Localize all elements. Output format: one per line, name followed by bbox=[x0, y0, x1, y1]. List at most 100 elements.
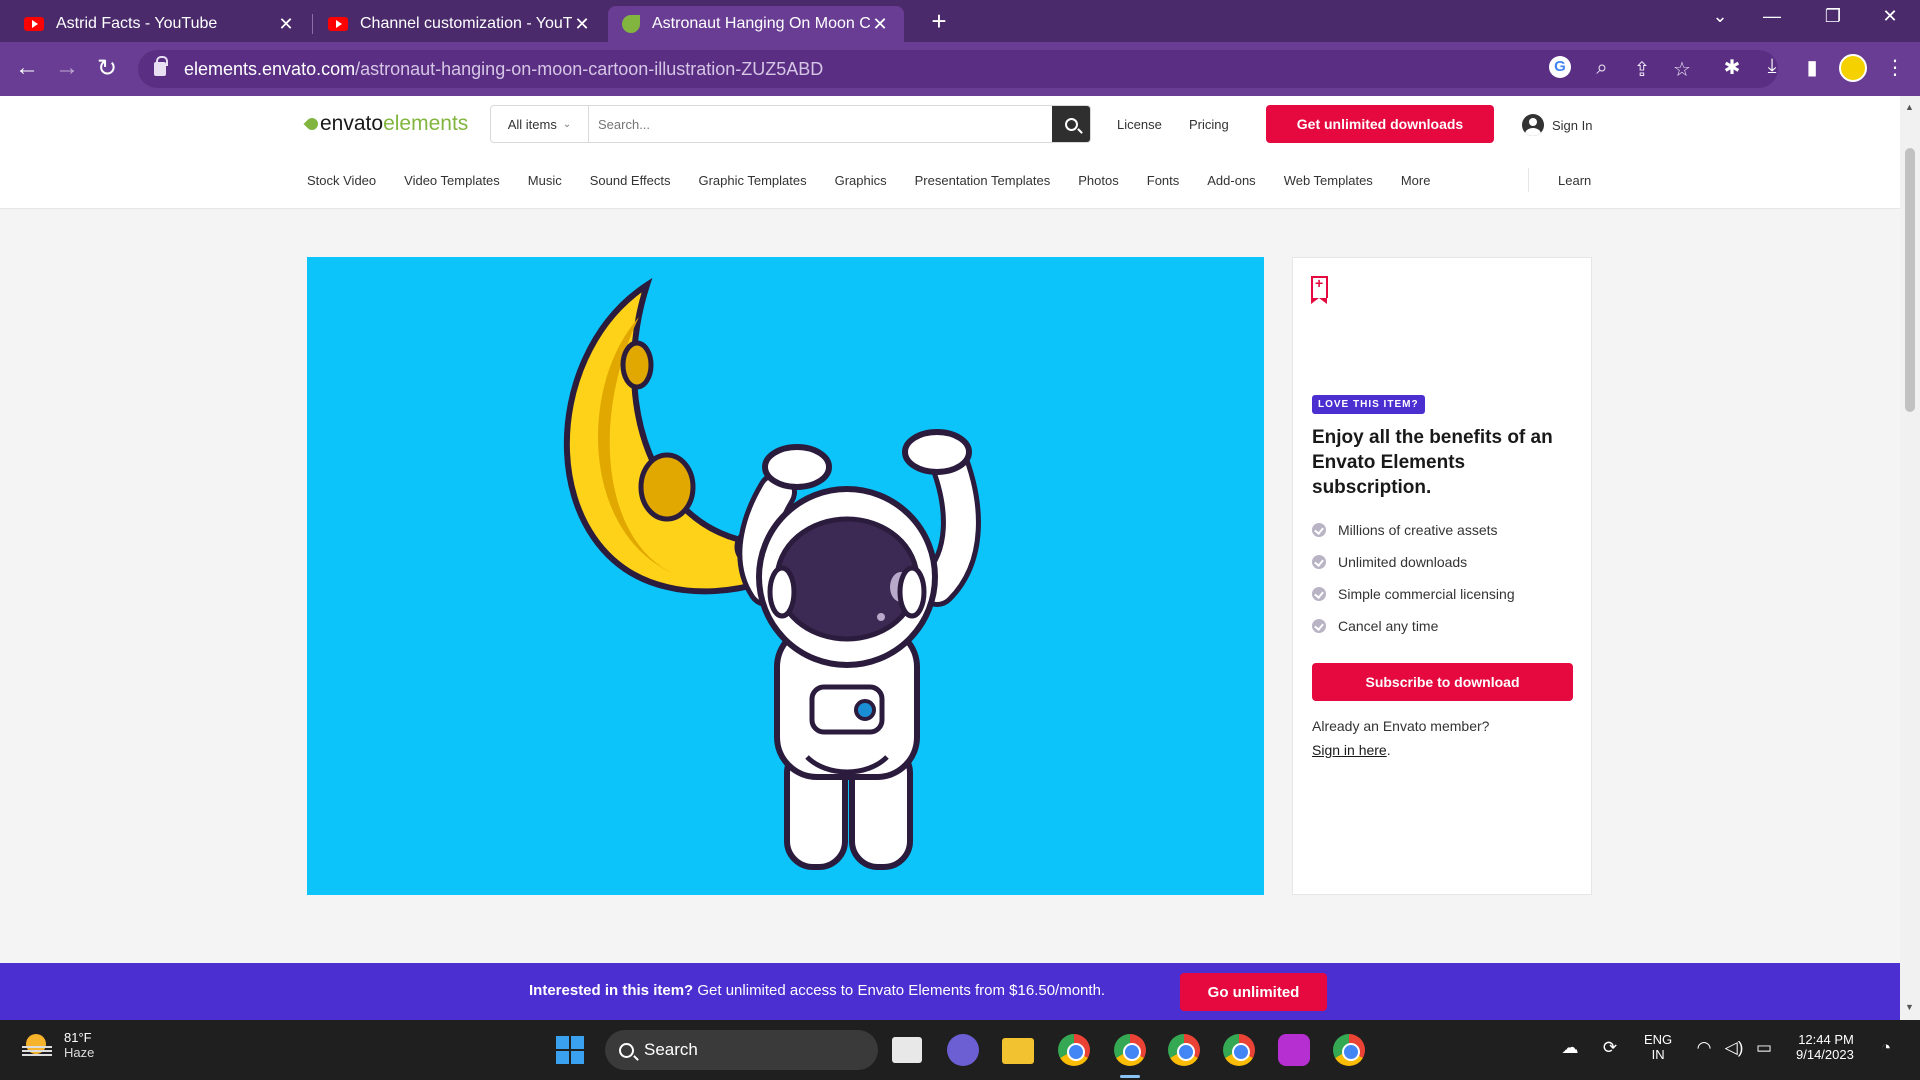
search-icon bbox=[1064, 117, 1078, 131]
chrome-profile-icon[interactable] bbox=[1168, 1034, 1200, 1066]
windows-start-icon[interactable] bbox=[556, 1036, 584, 1064]
nav-video-templates[interactable]: Video Templates bbox=[404, 173, 500, 188]
license-link[interactable]: License bbox=[1117, 117, 1162, 132]
scroll-up-icon[interactable]: ▲ bbox=[1905, 102, 1914, 112]
profile-avatar[interactable] bbox=[1839, 54, 1867, 82]
member-suffix: . bbox=[1386, 742, 1391, 758]
subscribe-to-download-button[interactable]: Subscribe to download bbox=[1312, 663, 1573, 701]
get-unlimited-downloads-button[interactable]: Get unlimited downloads bbox=[1266, 105, 1494, 143]
close-tab-icon[interactable]: ✕ bbox=[870, 14, 890, 35]
tab-astrid-facts[interactable]: Astrid Facts - YouTube ✕ bbox=[10, 6, 310, 42]
scroll-thumb[interactable] bbox=[1905, 148, 1915, 412]
share-icon[interactable]: ⇪ bbox=[1629, 57, 1655, 82]
logo-text-elements: elements bbox=[383, 112, 469, 135]
nav-web-templates[interactable]: Web Templates bbox=[1284, 173, 1373, 188]
pricing-link[interactable]: Pricing bbox=[1189, 117, 1229, 132]
chrome-profile-icon[interactable] bbox=[1333, 1034, 1365, 1066]
tab-astronaut-active[interactable]: Astronaut Hanging On Moon Cartoon Illust… bbox=[608, 6, 904, 42]
tab-title: Astrid Facts - YouTube bbox=[56, 15, 218, 32]
love-this-item-badge: LOVE THIS ITEM? bbox=[1312, 395, 1425, 414]
reload-icon[interactable]: ↻ bbox=[92, 54, 122, 83]
subscription-sidebar: LOVE THIS ITEM? Enjoy all the benefits o… bbox=[1292, 257, 1592, 895]
nav-presentation-templates[interactable]: Presentation Templates bbox=[915, 173, 1051, 188]
youtube-icon bbox=[328, 17, 348, 31]
new-tab-button[interactable]: + bbox=[924, 6, 954, 37]
benefit-item: Cancel any time bbox=[1312, 610, 1515, 642]
nav-fonts[interactable]: Fonts bbox=[1147, 173, 1180, 188]
add-to-collection-icon[interactable] bbox=[1311, 275, 1328, 304]
nav-photos[interactable]: Photos bbox=[1078, 173, 1118, 188]
sync-icon[interactable]: ⟳ bbox=[1598, 1038, 1622, 1058]
back-arrow-icon[interactable]: ← bbox=[12, 54, 42, 82]
nav-stock-video[interactable]: Stock Video bbox=[307, 173, 376, 188]
page-scrollbar[interactable]: ▲ ▼ bbox=[1900, 96, 1920, 1020]
google-icon[interactable]: G bbox=[1549, 56, 1575, 78]
search-input[interactable] bbox=[589, 106, 1052, 142]
lock-icon[interactable] bbox=[154, 56, 168, 76]
nav-sound-effects[interactable]: Sound Effects bbox=[590, 173, 671, 188]
nav-music[interactable]: Music bbox=[528, 173, 562, 188]
nav-more[interactable]: More bbox=[1401, 173, 1431, 188]
nav-learn[interactable]: Learn bbox=[1558, 173, 1591, 188]
close-tab-icon[interactable]: ✕ bbox=[276, 14, 296, 35]
banner-text: Interested in this item? Get unlimited a… bbox=[529, 982, 1105, 999]
chevron-down-icon: ⌄ bbox=[562, 118, 572, 130]
user-icon bbox=[1522, 114, 1544, 136]
clock-date: 9/14/2023 bbox=[1796, 1047, 1854, 1062]
clock-time: 12:44 PM bbox=[1798, 1032, 1854, 1047]
category-nav: Stock Video Video Templates Music Sound … bbox=[307, 173, 1458, 188]
taskbar-search-label: Search bbox=[644, 1040, 698, 1059]
close-tab-icon[interactable]: ✕ bbox=[572, 14, 592, 35]
chrome-active-icon[interactable] bbox=[1114, 1034, 1146, 1066]
tab-channel-customization[interactable]: Channel customization - YouTube ✕ bbox=[314, 6, 606, 42]
check-icon bbox=[1312, 555, 1326, 569]
search-icon bbox=[619, 1042, 634, 1058]
battery-icon[interactable]: ▭ bbox=[1752, 1038, 1776, 1058]
wifi-icon[interactable]: ◠ bbox=[1692, 1038, 1716, 1058]
taskbar-search[interactable]: Search bbox=[605, 1030, 878, 1070]
search-category-dropdown[interactable]: All items ⌄ bbox=[491, 106, 589, 142]
close-window-icon[interactable]: ✕ bbox=[1870, 6, 1910, 27]
envato-logo[interactable]: envato elements bbox=[303, 112, 469, 136]
address-bar[interactable]: elements.envato.com /astronaut-hanging-o… bbox=[138, 50, 1778, 88]
menu-icon[interactable]: ⋮ bbox=[1880, 55, 1910, 80]
language-indicator[interactable]: ENG IN bbox=[1644, 1032, 1672, 1062]
onedrive-icon[interactable]: ☁ bbox=[1558, 1038, 1582, 1058]
chrome-profile-icon[interactable] bbox=[1058, 1034, 1090, 1066]
nav-graphic-templates[interactable]: Graphic Templates bbox=[698, 173, 806, 188]
sign-in-here-link[interactable]: Sign in here bbox=[1312, 742, 1387, 758]
extensions-icon[interactable]: ✱ bbox=[1717, 55, 1747, 80]
search-button[interactable] bbox=[1052, 106, 1090, 142]
clock[interactable]: 12:44 PM 9/14/2023 bbox=[1796, 1032, 1854, 1062]
windows-taskbar: 81°F Haze Search ☁ ⟳ ENG IN ◠ ◁) ▭ 12:44… bbox=[0, 1020, 1920, 1080]
go-unlimited-button[interactable]: Go unlimited bbox=[1180, 973, 1327, 1011]
sign-in-link[interactable]: Sign In bbox=[1522, 114, 1592, 136]
benefit-item: Unlimited downloads bbox=[1312, 546, 1515, 578]
bookmark-star-icon[interactable]: ☆ bbox=[1669, 57, 1695, 82]
chrome-profile-icon[interactable] bbox=[1223, 1034, 1255, 1066]
restore-icon[interactable]: ❐ bbox=[1813, 6, 1853, 27]
volume-icon[interactable]: ◁) bbox=[1722, 1038, 1746, 1058]
side-panel-icon[interactable]: ▮ bbox=[1797, 55, 1827, 80]
minimize-icon[interactable]: — bbox=[1752, 6, 1792, 27]
benefit-item: Simple commercial licensing bbox=[1312, 578, 1515, 610]
scroll-down-icon[interactable]: ▼ bbox=[1905, 1002, 1914, 1012]
nav-divider bbox=[1528, 168, 1529, 192]
weather-widget[interactable]: 81°F Haze bbox=[22, 1030, 94, 1060]
check-icon bbox=[1312, 523, 1326, 537]
leaf-icon bbox=[303, 115, 321, 133]
zoom-icon[interactable]: ⌕ bbox=[1589, 57, 1615, 80]
download-icon[interactable]: ⤓ bbox=[1757, 55, 1787, 78]
banner-body-text: Get unlimited access to Envato Elements … bbox=[693, 982, 1106, 999]
nav-add-ons[interactable]: Add-ons bbox=[1207, 173, 1255, 188]
wps-office-icon[interactable] bbox=[1278, 1034, 1310, 1066]
item-preview-image[interactable] bbox=[307, 257, 1264, 895]
notification-icon[interactable]: ◔ bbox=[1874, 1038, 1898, 1058]
region-code: IN bbox=[1651, 1047, 1665, 1062]
forward-arrow-icon[interactable]: → bbox=[52, 54, 82, 82]
task-view-icon[interactable] bbox=[892, 1037, 922, 1063]
tab-search-icon[interactable]: ⌄ bbox=[1700, 6, 1740, 27]
file-explorer-icon[interactable] bbox=[1002, 1038, 1034, 1064]
nav-graphics[interactable]: Graphics bbox=[835, 173, 887, 188]
teams-meet-icon[interactable] bbox=[947, 1034, 979, 1066]
